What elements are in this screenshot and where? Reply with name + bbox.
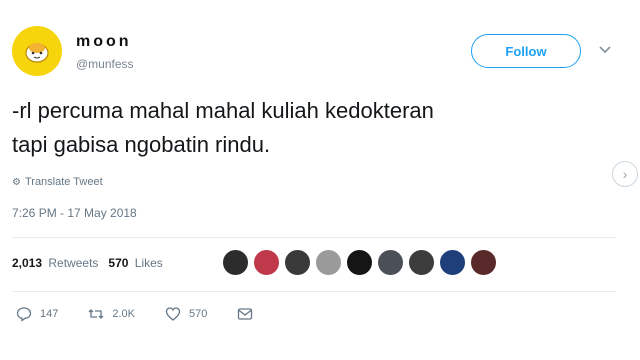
likes-count: 570 bbox=[108, 256, 129, 270]
display-name[interactable]: moon bbox=[76, 33, 132, 51]
retweets-count: 2,013 bbox=[12, 256, 43, 270]
likes-label: Likes bbox=[134, 256, 163, 270]
retweet-count: 2.0K bbox=[112, 308, 135, 320]
envelope-icon bbox=[238, 308, 253, 320]
likes-stat[interactable]: 570 Likes bbox=[108, 256, 162, 270]
liker-avatar[interactable] bbox=[408, 249, 435, 276]
retweets-label: Retweets bbox=[48, 256, 99, 270]
engagement-stats: 2,013 Retweets 570 Likes bbox=[12, 256, 163, 270]
reply-button[interactable]: 147 bbox=[16, 306, 58, 322]
tweet-line: tapi gabisa ngobatin rindu. bbox=[12, 132, 271, 157]
like-count: 570 bbox=[189, 308, 208, 320]
liker-avatar[interactable] bbox=[377, 249, 404, 276]
retweets-stat[interactable]: 2,013 Retweets bbox=[12, 256, 98, 270]
retweet-button[interactable]: 2.0K bbox=[88, 306, 135, 322]
tweet-text: -rl percuma mahal mahal kuliah kedoktera… bbox=[12, 94, 612, 162]
chevron-down-icon[interactable] bbox=[598, 44, 612, 56]
heart-icon bbox=[165, 307, 181, 321]
liker-avatar[interactable] bbox=[253, 249, 280, 276]
globe-icon: ⚙ bbox=[12, 176, 21, 188]
liker-avatar[interactable] bbox=[284, 249, 311, 276]
chevron-right-icon[interactable]: › bbox=[612, 161, 638, 187]
liker-avatars bbox=[222, 249, 497, 276]
reply-icon bbox=[16, 307, 32, 322]
liker-avatar[interactable] bbox=[222, 249, 249, 276]
tweet-actions: 147 2.0K 570 bbox=[16, 306, 283, 322]
tweet-line: -rl percuma mahal mahal kuliah kedoktera… bbox=[12, 98, 434, 123]
follow-button[interactable]: Follow bbox=[471, 34, 581, 68]
retweet-icon bbox=[88, 309, 104, 319]
liker-avatar[interactable] bbox=[439, 249, 466, 276]
divider bbox=[12, 237, 616, 238]
liker-avatar[interactable] bbox=[346, 249, 373, 276]
translate-label: Translate Tweet bbox=[24, 176, 103, 188]
cat-logo-icon bbox=[25, 43, 49, 63]
liker-avatar[interactable] bbox=[470, 249, 497, 276]
avatar[interactable] bbox=[12, 26, 62, 76]
like-button[interactable]: 570 bbox=[165, 306, 207, 322]
direct-message-button[interactable] bbox=[237, 306, 253, 322]
timestamp[interactable]: 7:26 PM - 17 May 2018 bbox=[12, 206, 137, 220]
divider bbox=[12, 291, 616, 292]
translate-tweet-link[interactable]: ⚙ Translate Tweet bbox=[12, 176, 103, 188]
liker-avatar[interactable] bbox=[315, 249, 342, 276]
user-handle[interactable]: @munfess bbox=[76, 57, 134, 71]
reply-count: 147 bbox=[40, 308, 59, 320]
